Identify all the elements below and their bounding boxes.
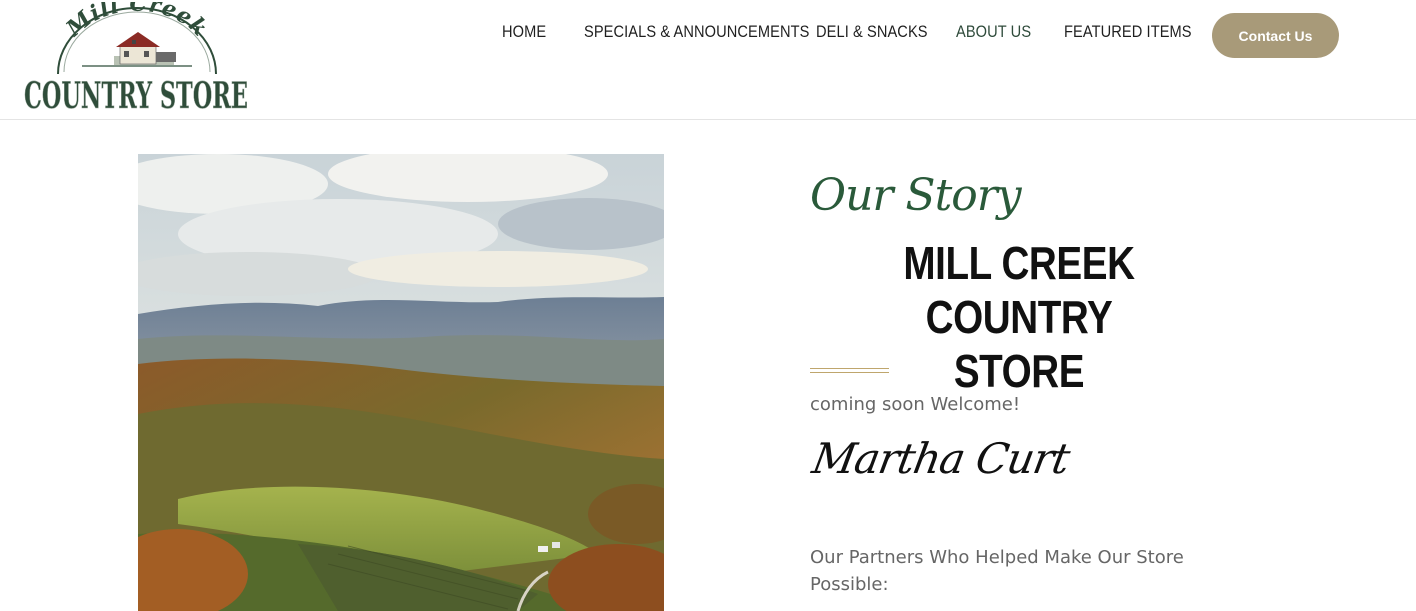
store-logo[interactable]: Mill Creek COUNTRY STORE — [20, 2, 252, 116]
nav-about-us[interactable]: ABOUT US — [956, 22, 1031, 42]
nav-featured-items[interactable]: FEATURED ITEMS — [1064, 22, 1192, 42]
contact-us-button[interactable]: Contact Us — [1212, 13, 1339, 58]
welcome-text: coming soon Welcome! — [810, 394, 1021, 415]
landscape-photo — [138, 154, 664, 611]
page-title: MILL CREEK COUNTRY STORE — [843, 236, 1194, 398]
page-title-line1: MILL CREEK COUNTRY — [903, 237, 1135, 343]
site-header: Mill Creek COUNTRY STORE HOME SPECIALS &… — [0, 0, 1416, 120]
nav-deli-snacks[interactable]: DELI & SNACKS — [816, 22, 928, 42]
nav-specials-announcements[interactable]: SPECIALS & ANNOUNCEMENTS — [584, 22, 809, 42]
main-nav: HOME SPECIALS & ANNOUNCEMENTS DELI & SNA… — [0, 22, 1416, 48]
partners-text: Our Partners Who Helped Make Our Store P… — [810, 547, 1184, 595]
title-divider — [810, 368, 889, 373]
our-story-heading: Our Story — [810, 170, 1022, 221]
page-title-line2: STORE — [953, 345, 1085, 397]
logo-bottom-text: COUNTRY STORE — [24, 75, 248, 116]
nav-home[interactable]: HOME — [502, 22, 546, 42]
signature: Martha Curt — [808, 434, 1073, 483]
